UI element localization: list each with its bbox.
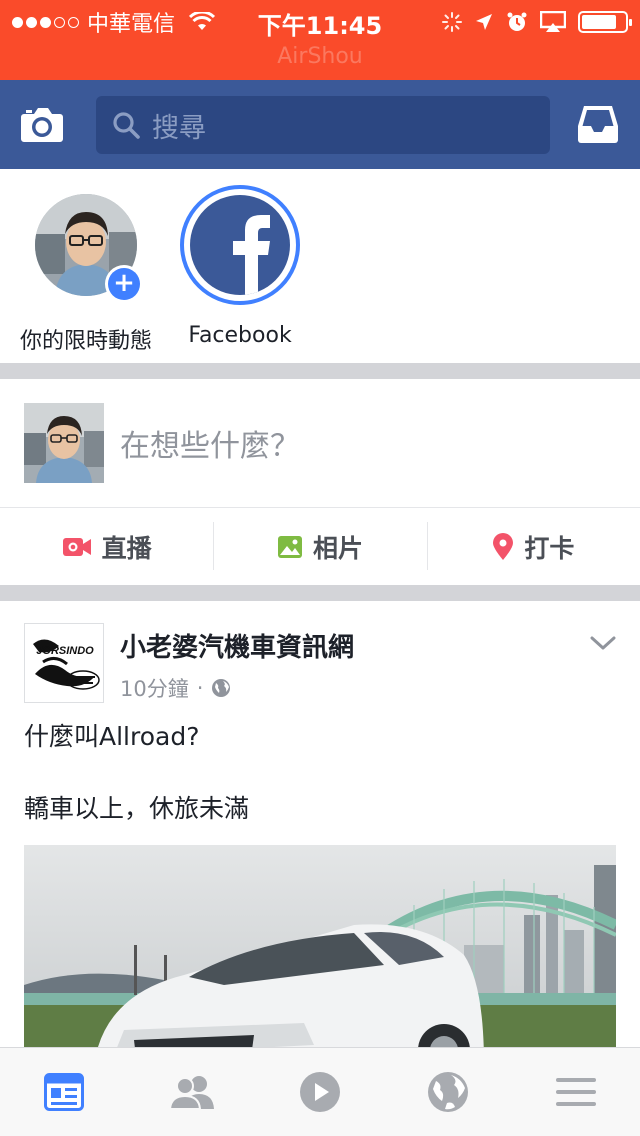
story-ring	[180, 185, 300, 305]
search-placeholder: 搜尋	[152, 112, 206, 144]
page-avatar[interactable]: JORSINDO	[24, 623, 104, 703]
bottom-tab-bar	[0, 1047, 640, 1136]
post-author[interactable]: 小老婆汽機車資訊網	[120, 627, 354, 664]
tab-notifications[interactable]	[384, 1048, 512, 1136]
live-button[interactable]: 直播	[0, 508, 213, 585]
section-divider	[0, 585, 640, 601]
location-arrow-icon	[476, 14, 492, 30]
story-your-story[interactable]: + 你的限時動態	[0, 169, 172, 363]
photo-label: 相片	[312, 533, 363, 563]
add-story-badge: +	[105, 265, 143, 303]
checkin-icon	[493, 532, 514, 560]
inbox-icon[interactable]	[576, 102, 620, 146]
alarm-icon	[507, 12, 527, 31]
story-facebook[interactable]: Facebook	[172, 169, 308, 363]
tab-menu[interactable]	[512, 1048, 640, 1136]
feed-post: JORSINDO 小老婆汽機車資訊網 10分鐘 · 什麼叫Allroad? 轎車…	[0, 601, 640, 1047]
battery-icon	[578, 11, 632, 33]
live-label: 直播	[101, 533, 152, 563]
avatar	[24, 403, 104, 483]
section-divider	[0, 363, 640, 379]
airplay-icon	[540, 11, 566, 32]
status-right	[442, 8, 632, 36]
friends-icon	[169, 1076, 214, 1110]
post-meta: 10分鐘 ·	[120, 673, 231, 703]
meta-separator: ·	[196, 676, 204, 700]
stories-tray: + 你的限時動態 Facebook	[0, 169, 640, 363]
notifications-globe-icon	[428, 1072, 468, 1112]
chevron-down-icon[interactable]	[590, 633, 616, 653]
news-feed-icon	[44, 1073, 84, 1111]
composer-input[interactable]: 在想些什麼？	[120, 421, 300, 465]
top-nav-bar: 搜尋	[0, 80, 640, 169]
search-input[interactable]: 搜尋	[96, 96, 550, 154]
live-video-icon	[62, 537, 91, 556]
post-text-line: 什麼叫Allroad?	[24, 722, 200, 751]
composer-actions: 直播 相片 打卡	[0, 507, 640, 585]
recording-watermark: AirShou	[277, 44, 363, 69]
status-composer[interactable]: 在想些什麼？	[0, 379, 640, 507]
battery-level	[582, 15, 617, 29]
tab-friends[interactable]	[128, 1048, 256, 1136]
story-label: Facebook	[188, 323, 292, 348]
video-icon	[300, 1072, 340, 1112]
checkin-label: 打卡	[524, 533, 575, 563]
post-body: 什麼叫Allroad? 轎車以上，休旅未滿	[24, 719, 249, 827]
photo-icon	[277, 535, 302, 558]
plus-icon: +	[108, 268, 140, 300]
story-label: 你的限時動態	[19, 329, 152, 354]
menu-icon	[556, 1078, 596, 1106]
photo-button[interactable]: 相片	[213, 508, 426, 585]
checkin-button[interactable]: 打卡	[426, 508, 640, 585]
tab-news-feed[interactable]	[0, 1048, 128, 1136]
search-icon	[113, 112, 140, 139]
facebook-logo-icon	[190, 195, 290, 295]
post-time[interactable]: 10分鐘	[120, 673, 189, 703]
activity-spinner-icon	[442, 12, 462, 32]
status-bar: 中華電信 下午11:45 AirShou	[0, 0, 640, 80]
post-photo[interactable]	[24, 845, 616, 1047]
page-logo-text: JORSINDO	[36, 645, 94, 657]
post-text-line: 轎車以上，休旅未滿	[24, 794, 250, 823]
camera-icon[interactable]	[20, 104, 64, 144]
tab-video[interactable]	[256, 1048, 384, 1136]
globe-icon	[212, 679, 231, 697]
